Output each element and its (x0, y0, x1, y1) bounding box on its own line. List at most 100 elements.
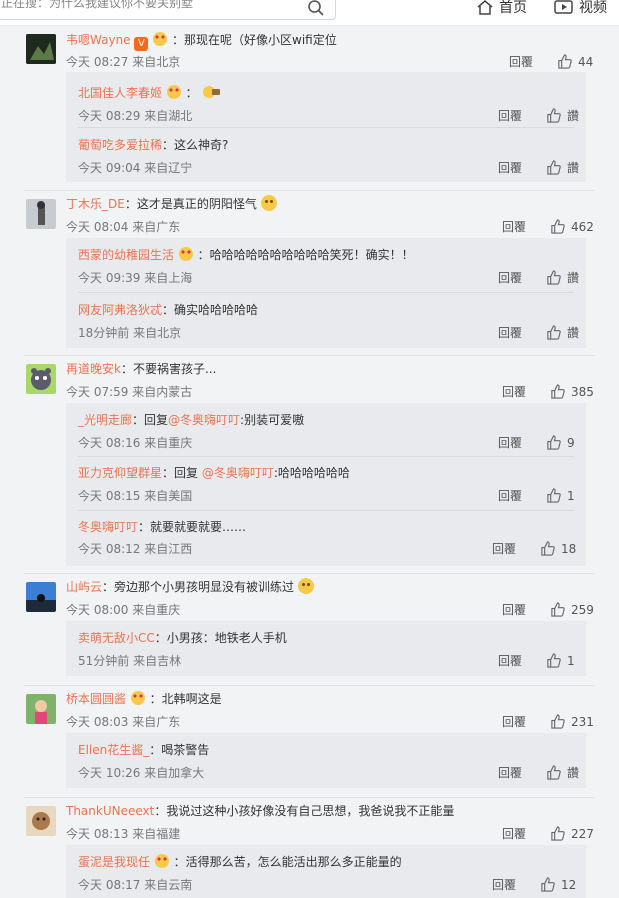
like-button[interactable]: 1 (546, 653, 575, 668)
reply-item: 网友阿弗洛狄忒：确实哈哈哈哈哈 18分钟前 来自北京 回覆 讚 (66, 293, 586, 348)
avatar[interactable] (26, 694, 56, 724)
reply-button[interactable]: 回覆 (498, 652, 522, 669)
thumbs-up-icon (541, 877, 555, 892)
reply-button[interactable]: 回覆 (498, 107, 522, 124)
avatar[interactable] (26, 34, 56, 64)
reply-author[interactable]: 西蒙的幼稚园生活 (78, 248, 174, 262)
reply-button[interactable]: 回覆 (492, 540, 516, 557)
like-count: 讚 (567, 271, 580, 285)
thumbs-up-icon (547, 108, 561, 123)
search-input[interactable]: 正在搜：为什么我建议你不要关别墅 (1, 0, 193, 11)
search-icon[interactable] (307, 0, 325, 17)
like-button[interactable]: 385 (550, 384, 594, 399)
reply-button[interactable]: 回覆 (502, 825, 526, 842)
like-button[interactable]: 讚 (546, 764, 579, 781)
comment-author[interactable]: 桥本圆圆酱 (66, 692, 126, 706)
like-button[interactable]: 231 (550, 714, 594, 729)
like-button[interactable]: 18 (540, 541, 576, 556)
reply-button[interactable]: 回覆 (502, 218, 526, 235)
like-count: 385 (571, 384, 594, 399)
reply-item: Ellen花生酱_：喝茶警告 今天 10:26 来自加拿大 回覆 讚 (66, 733, 586, 788)
reply-item: 北国佳人李春姬 ： 今天 08:29 来自湖北 回覆 讚 (66, 72, 586, 125)
like-button[interactable]: 462 (550, 219, 594, 234)
comment-meta: 今天 08:03 来自广东 (66, 715, 181, 729)
comment-author[interactable]: 丁木乐_DE (66, 197, 125, 211)
like-button[interactable]: 44 (557, 54, 593, 69)
like-count: 227 (571, 826, 594, 841)
reply-button[interactable]: 回覆 (498, 434, 522, 451)
reply-button[interactable]: 回覆 (502, 383, 526, 400)
reply-text: ：小男孩：地铁老人手机 (154, 631, 287, 645)
comment-meta: 今天 08:27 来自北京 (66, 55, 181, 69)
thumbs-up-icon (547, 488, 561, 503)
nav-video-label: 视频 (579, 0, 607, 16)
avatar[interactable] (26, 582, 56, 612)
video-icon (554, 0, 573, 14)
reply-author[interactable]: 葡萄吃多爱拉稀 (78, 138, 162, 152)
like-button[interactable]: 259 (550, 602, 594, 617)
reply-button[interactable]: 回覆 (509, 53, 533, 70)
reply-button[interactable]: 回覆 (498, 159, 522, 176)
mention-link[interactable]: @冬奥嗨叮叮 (168, 413, 240, 427)
reply-item: 葡萄吃多爱拉稀：这么神奇? 今天 09:04 来自辽宁 回覆 讚 (66, 128, 586, 182)
reply-author[interactable]: 卖萌无敌小CC (78, 631, 155, 645)
reply-button[interactable]: 回覆 (498, 487, 522, 504)
reply-item: 冬奥嗨叮叮：就要就要就要…… 今天 08:12 来自江西 回覆 18 (66, 511, 586, 566)
like-button[interactable]: 讚 (546, 269, 579, 286)
reply-author[interactable]: _光明走廊 (78, 413, 132, 427)
reply-item: 亚力克仰望群星：回复 @冬奥嗨叮叮:哈哈哈哈哈哈 今天 08:15 来自美国 回… (66, 457, 586, 510)
reply-text: ：喝茶警告 (149, 743, 210, 757)
comment-text: ：那现在呢（好像小区wifi定位 (172, 33, 337, 47)
reply-button[interactable]: 回覆 (502, 601, 526, 618)
reply-author[interactable]: 亚力克仰望群星 (78, 466, 162, 480)
avatar[interactable] (26, 199, 56, 229)
like-button[interactable]: 9 (546, 435, 575, 450)
comment-feed: 韦嗯Wayne V ：那现在呢（好像小区wifi定位 今天 08:27 来自北京… (0, 26, 619, 898)
reply-author[interactable]: 网友阿弗洛狄忒 (78, 303, 162, 317)
avatar[interactable] (26, 806, 56, 836)
mention-link[interactable]: @冬奥嗨叮叮 (202, 466, 274, 480)
comment-meta: 今天 08:00 来自重庆 (66, 603, 181, 617)
thumbs-up-icon (547, 653, 561, 668)
reply-button[interactable]: 回覆 (498, 324, 522, 341)
like-button[interactable]: 12 (540, 877, 576, 892)
reply-button[interactable]: 回覆 (498, 764, 522, 781)
reply-author[interactable]: 冬奥嗨叮叮 (78, 520, 138, 534)
reply-meta: 今天 08:17 来自云南 (78, 878, 193, 892)
like-button[interactable]: 讚 (546, 324, 579, 341)
like-button[interactable]: 227 (550, 826, 594, 841)
reply-button[interactable]: 回覆 (502, 713, 526, 730)
reply-author[interactable]: 蛋泥是我现任 (78, 855, 150, 869)
thumbs-up-icon (551, 602, 565, 617)
comment-author[interactable]: ThankUNeeext (66, 804, 154, 818)
comment-author[interactable]: 山屿云 (66, 580, 102, 594)
like-button[interactable]: 1 (546, 488, 575, 503)
comment-author[interactable]: 韦嗯Wayne (66, 33, 131, 47)
reply-meta: 18分钟前 来自北京 (78, 326, 182, 340)
comment-meta: 今天 08:13 来自福建 (66, 827, 181, 841)
comment-meta: 今天 08:04 来自广东 (66, 220, 181, 234)
reply-button[interactable]: 回覆 (498, 269, 522, 286)
like-button[interactable]: 讚 (546, 107, 579, 124)
reply-author[interactable]: Ellen花生酱_ (78, 743, 149, 757)
nav-home-label: 首页 (499, 0, 527, 16)
fan-badge-icon (178, 247, 193, 261)
reply-item: 蛋泥是我现任 ：活得那么苦，怎么能活出那么多正能量的 今天 08:17 来自云南… (66, 845, 586, 898)
thumbs-up-icon (547, 765, 561, 780)
thumbs-up-icon (551, 219, 565, 234)
reply-meta: 今天 08:29 来自湖北 (78, 109, 193, 123)
reply-author[interactable]: 北国佳人李春姬 (78, 86, 162, 100)
thumbs-up-icon (551, 714, 565, 729)
nav-home[interactable]: 首页 (476, 0, 527, 17)
like-button[interactable]: 讚 (546, 159, 579, 176)
top-bar: 正在搜：为什么我建议你不要关别墅 首页 视频 (0, 0, 619, 26)
comment-author[interactable]: 再道晚安k (66, 362, 121, 376)
like-count: 讚 (567, 161, 580, 175)
search-box[interactable]: 正在搜：为什么我建议你不要关别墅 (0, 0, 336, 20)
home-icon (477, 0, 493, 15)
avatar[interactable] (26, 364, 56, 394)
reply-meta: 51分钟前 来自吉林 (78, 654, 182, 668)
nav-video[interactable]: 视频 (554, 0, 607, 17)
reply-button[interactable]: 回覆 (492, 876, 516, 893)
like-count: 1 (567, 653, 575, 668)
